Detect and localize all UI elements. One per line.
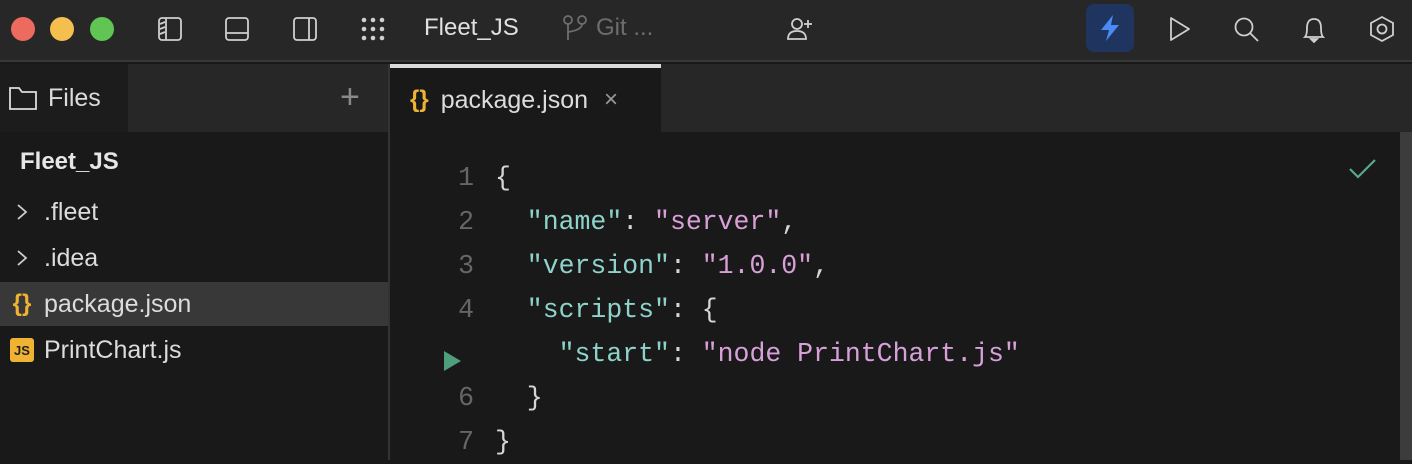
folder-icon [9, 87, 37, 110]
close-window-button[interactable] [11, 17, 35, 41]
code-line: 6 } [390, 376, 1390, 420]
code-token: "name" [495, 207, 623, 237]
code-token: } [495, 383, 543, 413]
minimize-window-button[interactable] [50, 17, 74, 41]
file-label: .fleet [44, 197, 99, 226]
lightning-icon [1101, 15, 1119, 41]
settings-icon[interactable] [1367, 14, 1397, 44]
smart-mode-button[interactable] [1086, 4, 1134, 52]
code-token: , [813, 251, 829, 281]
code-editor[interactable]: 1{2 "name": "server", 3 "version": "1.0.0… [390, 132, 1400, 460]
code-line: 4 "scripts": { [390, 288, 1390, 332]
code-token: : [622, 207, 655, 237]
run-icon[interactable] [1164, 14, 1194, 44]
zoom-window-button[interactable] [90, 17, 114, 41]
title-bar: Fleet_JS Git ... [0, 0, 1412, 62]
file-label: PrintChart.js [44, 335, 182, 364]
bell-icon[interactable] [1299, 14, 1329, 44]
line-number: 4 [458, 295, 474, 325]
toggle-right-panel-icon[interactable] [290, 14, 320, 44]
json-file-icon: {} [12, 290, 32, 317]
code-token: "version" [495, 251, 670, 281]
file-label: .idea [44, 243, 99, 272]
js-file-icon: JS [0, 338, 44, 362]
file-tree: Fleet_JS .fleet .idea {} package.json JS Prin… [0, 132, 388, 460]
chevron-right-icon[interactable] [0, 203, 44, 221]
file-tree-item[interactable]: JS PrintChart.js [0, 328, 388, 372]
search-icon[interactable] [1231, 14, 1261, 44]
code-token: } [495, 427, 511, 457]
file-tree-item[interactable]: {} package.json [0, 282, 388, 326]
apps-grid-icon[interactable] [358, 14, 388, 44]
toggle-bottom-panel-icon[interactable] [222, 14, 252, 44]
code-token: : { [669, 295, 718, 325]
no-problems-check-icon[interactable] [1348, 157, 1378, 181]
git-branch-button[interactable]: Git ... [562, 14, 653, 42]
project-root[interactable]: Fleet_JS [20, 148, 119, 176]
editor-tab-label: package.json [440, 85, 589, 114]
line-number: 6 [458, 383, 474, 413]
git-label: Git ... [596, 14, 654, 41]
code-token: : [669, 339, 702, 369]
line-number: 3 [458, 251, 474, 281]
code-line: "start": "node PrintChart.js" [390, 332, 1390, 376]
js-badge: JS [10, 338, 34, 362]
close-tab-icon[interactable]: × [604, 86, 618, 114]
file-label: package.json [44, 289, 192, 318]
code-token: "1.0.0" [701, 251, 814, 281]
add-user-icon[interactable] [784, 14, 814, 44]
code-token: "scripts" [495, 295, 670, 325]
tab-package-json[interactable]: {} package.json × [390, 64, 661, 132]
code-line: 2 "name": "server", [390, 200, 1390, 244]
editor-scrollbar[interactable] [1400, 132, 1412, 460]
toggle-left-panel-icon[interactable] [155, 14, 185, 44]
tab-files[interactable]: Files [0, 64, 128, 132]
code-token: "node PrintChart.js" [701, 339, 1020, 369]
file-tree-item[interactable]: .fleet [0, 190, 388, 234]
code-token: "server" [654, 207, 782, 237]
line-number: 2 [458, 207, 474, 237]
code-token: , [781, 207, 798, 237]
git-branch-icon [563, 15, 587, 40]
files-tab-label: Files [48, 83, 101, 112]
chevron-right-icon[interactable] [0, 249, 44, 267]
code-line: 1{ [390, 156, 1390, 200]
code-line: 3 "version": "1.0.0", [390, 244, 1390, 288]
code-token: "start" [495, 339, 670, 369]
line-number: 1 [458, 163, 474, 193]
add-panel-button[interactable]: + [340, 80, 360, 114]
code-token: : [669, 251, 702, 281]
json-file-icon: {} [410, 86, 429, 113]
code-line: 7} [390, 420, 1390, 464]
code-token: { [495, 163, 511, 193]
file-tree-item[interactable]: .idea [0, 236, 388, 280]
tab-row: Files + {} package.json × [0, 64, 1412, 132]
project-name[interactable]: Fleet_JS [424, 14, 519, 42]
line-number: 7 [458, 427, 474, 457]
